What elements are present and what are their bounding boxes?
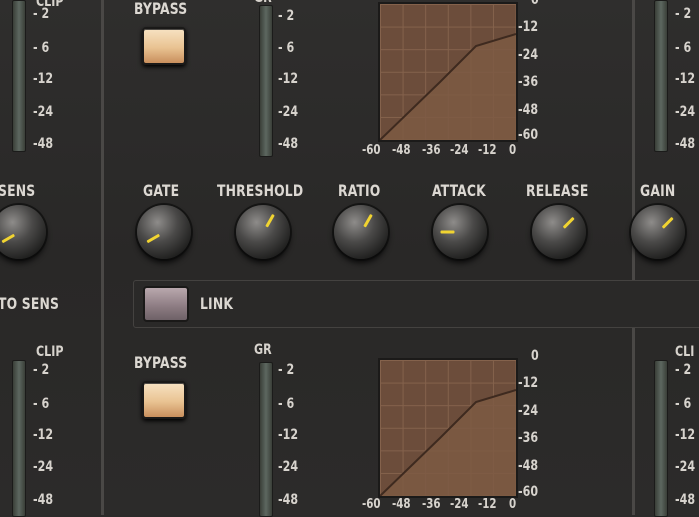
scale-tick: -24: [675, 104, 696, 120]
auto-sens-label: TO SENS: [0, 294, 60, 313]
clip-label-right: CLI: [675, 344, 695, 360]
scale-tick: - 6: [33, 40, 50, 56]
knob-indicator: [1, 233, 16, 244]
graph-y-tick: -24: [518, 403, 539, 419]
graph-y-tick: -48: [518, 102, 539, 118]
bypass-label-top: BYPASS: [134, 0, 188, 18]
left-divider: [101, 0, 104, 515]
graph-y-tick: -36: [518, 74, 539, 90]
scale-tick: -48: [33, 492, 54, 508]
gr-label-top: GR: [254, 0, 272, 6]
input-meter-top: [12, 0, 26, 152]
graph-x-tick: -12: [478, 143, 497, 158]
scale-tick: - 2: [33, 6, 50, 22]
graph-y-tick: 0: [531, 348, 539, 364]
scale-tick: - 2: [278, 362, 295, 378]
output-meter-bottom: [654, 360, 668, 517]
gain-knob[interactable]: [631, 205, 685, 259]
transfer-graph-top: [378, 2, 518, 142]
graph-y-tick: -60: [518, 127, 539, 143]
link-label: LINK: [200, 294, 234, 313]
graph-y-tick: -12: [518, 375, 539, 391]
scale-tick: -12: [278, 427, 299, 443]
release-label: RELEASE: [526, 181, 589, 200]
gate-label: GATE: [143, 181, 180, 200]
scale-tick: -48: [33, 136, 54, 152]
scale-tick: -12: [33, 427, 54, 443]
graph-y-tick: -60: [518, 484, 539, 500]
scale-tick: -12: [278, 71, 299, 87]
transfer-graph-bottom: [378, 358, 518, 498]
graph-x-tick: -36: [422, 143, 441, 158]
graph-x-tick: -12: [478, 497, 497, 512]
gate-knob[interactable]: [137, 205, 191, 259]
plugin-panel: [0, 0, 699, 515]
attack-label: ATTACK: [432, 181, 486, 200]
scale-tick: -24: [33, 459, 54, 475]
graph-y-tick: -36: [518, 430, 539, 446]
right-divider: [632, 0, 635, 515]
graph-x-tick: -48: [392, 497, 411, 512]
graph-x-tick: -60: [362, 497, 381, 512]
graph-x-tick: 0: [509, 143, 517, 158]
gr-label-bottom: GR: [254, 342, 272, 358]
scale-tick: -24: [278, 459, 299, 475]
bypass-button-bottom[interactable]: [142, 381, 186, 419]
sens-label: SENS: [0, 181, 36, 200]
bypass-label-bottom: BYPASS: [134, 353, 188, 372]
threshold-knob[interactable]: [236, 205, 290, 259]
scale-tick: - 6: [278, 40, 295, 56]
knob-indicator: [146, 233, 161, 244]
threshold-label: THRESHOLD: [217, 181, 304, 200]
gr-meter-top: [259, 5, 273, 157]
scale-tick: - 6: [278, 396, 295, 412]
graph-y-tick: 0: [531, 0, 539, 8]
ratio-knob[interactable]: [334, 205, 388, 259]
graph-y-tick: -24: [518, 47, 539, 63]
scale-tick: - 2: [33, 362, 50, 378]
scale-tick: - 6: [675, 396, 692, 412]
scale-tick: -12: [33, 71, 54, 87]
graph-x-tick: -36: [422, 497, 441, 512]
scale-tick: - 2: [278, 8, 295, 24]
graph-x-tick: -24: [450, 497, 469, 512]
scale-tick: -48: [278, 492, 299, 508]
scale-tick: -48: [278, 136, 299, 152]
gr-meter-bottom: [259, 362, 273, 517]
input-meter-bottom: [12, 360, 26, 517]
gain-label: GAIN: [640, 181, 676, 200]
graph-y-tick: -12: [518, 19, 539, 35]
scale-tick: -48: [675, 492, 696, 508]
knob-indicator: [562, 216, 575, 229]
bypass-button-top[interactable]: [142, 27, 186, 65]
graph-y-tick: -48: [518, 458, 539, 474]
ratio-label: RATIO: [338, 181, 381, 200]
scale-tick: - 6: [675, 40, 692, 56]
scale-tick: - 2: [675, 362, 692, 378]
graph-x-tick: 0: [509, 497, 517, 512]
scale-tick: -24: [675, 459, 696, 475]
scale-tick: -48: [675, 136, 696, 152]
transfer-curve-bottom: [380, 389, 516, 496]
scale-tick: -12: [675, 427, 696, 443]
scale-tick: - 2: [675, 6, 692, 22]
knob-indicator: [440, 230, 455, 234]
graph-x-tick: -24: [450, 143, 469, 158]
knob-indicator: [661, 216, 674, 229]
knob-indicator: [363, 213, 373, 228]
scale-tick: -12: [675, 71, 696, 87]
output-meter-top: [654, 0, 668, 152]
link-button[interactable]: [143, 286, 189, 322]
scale-tick: -24: [278, 104, 299, 120]
graph-x-tick: -60: [362, 143, 381, 158]
knob-indicator: [265, 213, 275, 228]
clip-label-bottom: CLIP: [36, 344, 64, 360]
scale-tick: - 6: [33, 396, 50, 412]
attack-knob[interactable]: [433, 205, 487, 259]
scale-tick: -24: [33, 104, 54, 120]
transfer-curve-top: [380, 33, 516, 140]
graph-x-tick: -48: [392, 143, 411, 158]
release-knob[interactable]: [532, 205, 586, 259]
